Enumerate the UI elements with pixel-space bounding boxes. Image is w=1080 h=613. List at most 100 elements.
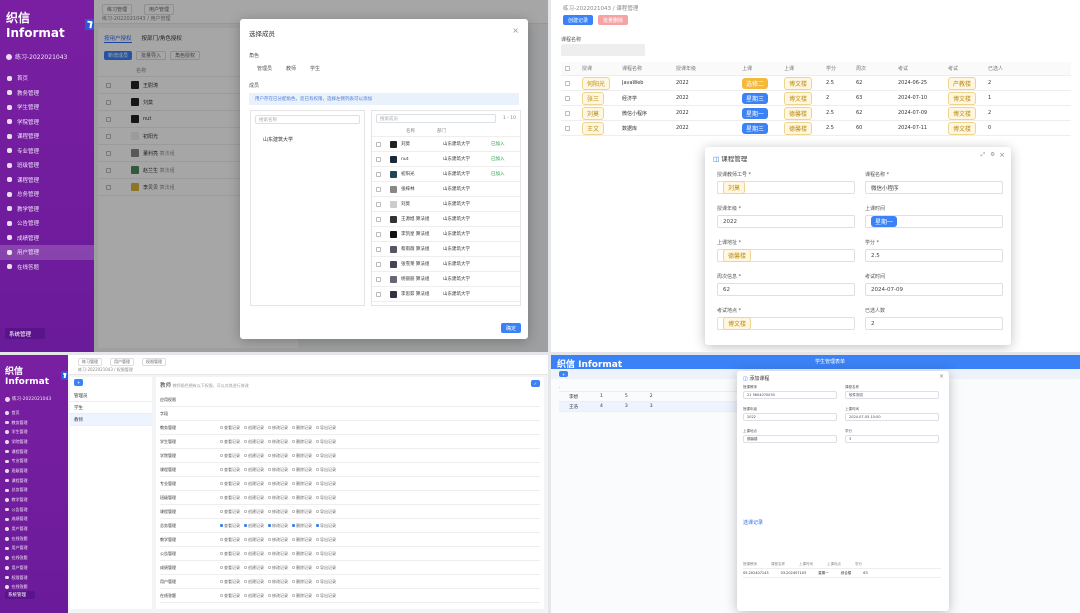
permission-checkbox[interactable]: [292, 510, 295, 513]
permission-checkbox[interactable]: [316, 566, 319, 569]
sidebar-item[interactable]: 首页: [0, 71, 94, 86]
field-input[interactable]: 2: [865, 317, 1003, 330]
dept-search-input[interactable]: 搜索名称: [255, 115, 360, 124]
permission-checkbox[interactable]: [220, 524, 223, 527]
member-row[interactable]: 张梓林 山东建筑大学: [372, 182, 520, 197]
member-checkbox[interactable]: [376, 156, 381, 162]
sidebar-item[interactable]: 在线答题: [0, 260, 94, 275]
permission-toggle[interactable]: 查看记录: [220, 509, 244, 515]
permission-toggle[interactable]: 导出记录: [316, 551, 340, 557]
permission-toggle[interactable]: 查看记录: [220, 467, 244, 473]
permission-checkbox[interactable]: [268, 510, 271, 513]
sidebar-item[interactable]: 教学管理: [0, 495, 68, 505]
permission-toggle[interactable]: 创建记录: [244, 425, 268, 431]
add-role-button[interactable]: +: [74, 379, 84, 386]
field-input[interactable]: 星期一: [865, 215, 1003, 228]
member-row[interactable]: 李思茹 算法组 山东建筑大学: [372, 287, 520, 302]
create-record-button[interactable]: 创建记录: [563, 15, 594, 25]
permission-toggle[interactable]: 导出记录: [316, 565, 340, 571]
permission-checkbox[interactable]: [316, 552, 319, 555]
permission-toggle[interactable]: 修改记录: [268, 481, 292, 487]
permission-toggle[interactable]: 删除记录: [292, 537, 316, 543]
sidebar-item[interactable]: 专业管理: [0, 144, 94, 159]
permission-checkbox[interactable]: [244, 440, 247, 443]
permission-toggle[interactable]: 修改记录: [268, 593, 292, 599]
permission-checkbox[interactable]: [292, 496, 295, 499]
permission-checkbox[interactable]: [268, 496, 271, 499]
sidebar-item[interactable]: 课程管理: [0, 476, 68, 486]
member-row[interactable]: 刘莫 山东建筑大学: [372, 197, 520, 212]
permission-toggle[interactable]: 导出记录: [316, 467, 340, 473]
sidebar-item[interactable]: 成绩管理: [0, 231, 94, 246]
sidebar-item[interactable]: 班级管理: [0, 158, 94, 173]
field-input[interactable]: 62: [717, 283, 855, 296]
member-checkbox[interactable]: [376, 231, 381, 237]
sidebar-item[interactable]: 用户管理: [0, 524, 68, 534]
field-input[interactable]: 软件测试: [845, 391, 939, 399]
permission-toggle[interactable]: 创建记录: [244, 495, 268, 501]
role-item[interactable]: 学生: [70, 402, 152, 414]
field-input[interactable]: 德馨楼: [743, 435, 837, 443]
permission-toggle[interactable]: 修改记录: [268, 453, 292, 459]
permission-toggle[interactable]: 查看记录: [220, 495, 244, 501]
sidebar-item[interactable]: 权限管理: [0, 573, 68, 583]
field-input[interactable]: 2022: [717, 215, 855, 228]
permission-checkbox[interactable]: [292, 482, 295, 485]
member-checkbox[interactable]: [376, 276, 381, 282]
member-row[interactable]: 杨丽丽 算法组 山东建筑大学: [372, 272, 520, 287]
permission-toggle[interactable]: 创建记录: [244, 481, 268, 487]
member-row[interactable]: 李凯星 算法组 山东建筑大学: [372, 227, 520, 242]
tab-permissions[interactable]: 权限管理: [142, 358, 166, 366]
role-item-active[interactable]: 教师: [70, 414, 152, 426]
permission-toggle[interactable]: 查看记录: [220, 453, 244, 459]
permission-checkbox[interactable]: [244, 580, 247, 583]
member-search-input[interactable]: 搜索成员: [376, 114, 496, 123]
member-checkbox[interactable]: [376, 216, 381, 222]
member-row[interactable]: 张雪莱 算法组 山东建筑大学: [372, 257, 520, 272]
scope-option[interactable]: 教师: [286, 65, 296, 72]
sidebar-item[interactable]: 总务管理: [0, 187, 94, 202]
permission-checkbox[interactable]: [292, 566, 295, 569]
permission-checkbox[interactable]: [268, 440, 271, 443]
pagination[interactable]: 1 - 10: [503, 116, 516, 121]
member-row[interactable]: 王源旭 算法组 山东建筑大学: [372, 212, 520, 227]
table-row[interactable]: 王文 数据库 2022 星期三 德馨楼 2.5 60 2024-07-11 博文楼 0: [561, 121, 1071, 136]
permission-checkbox[interactable]: [292, 594, 295, 597]
permission-checkbox[interactable]: [244, 468, 247, 471]
permission-toggle[interactable]: 查看记录: [220, 523, 244, 529]
sidebar-item[interactable]: 公告管理: [0, 216, 94, 231]
permission-checkbox[interactable]: [220, 538, 223, 541]
permission-toggle[interactable]: 查看记录: [220, 425, 244, 431]
permission-toggle[interactable]: 查看记录: [220, 593, 244, 599]
permission-checkbox[interactable]: [292, 524, 295, 527]
permission-toggle[interactable]: 创建记录: [244, 453, 268, 459]
permission-checkbox[interactable]: [244, 426, 247, 429]
permission-toggle[interactable]: 导出记录: [316, 453, 340, 459]
current-user[interactable]: 练习-2022021043: [0, 387, 68, 402]
member-checkbox[interactable]: [376, 291, 381, 297]
field-input[interactable]: 博文楼: [717, 317, 855, 330]
member-checkbox[interactable]: [376, 141, 381, 147]
row-checkbox[interactable]: [565, 80, 570, 86]
expand-icon[interactable]: ⤢: [981, 152, 985, 159]
permission-checkbox[interactable]: [292, 440, 295, 443]
field-input[interactable]: 2022: [743, 413, 837, 421]
sidebar-item[interactable]: 学院管理: [0, 115, 94, 130]
permission-checkbox[interactable]: [316, 524, 319, 527]
member-checkbox[interactable]: [376, 201, 381, 207]
close-icon[interactable]: ×: [999, 151, 1005, 159]
permission-checkbox[interactable]: [220, 594, 223, 597]
permission-checkbox[interactable]: [220, 510, 223, 513]
table-row[interactable]: 刘莫 微信小程序 2022 星期一 德馨楼 2.5 62 2024-07-09 博文楼 2: [561, 106, 1071, 121]
sidebar-item[interactable]: 学院管理: [0, 437, 68, 447]
current-user[interactable]: 练习-2022021043: [0, 40, 94, 61]
permission-toggle[interactable]: 删除记录: [292, 593, 316, 599]
permission-checkbox[interactable]: [220, 482, 223, 485]
permission-toggle[interactable]: 查看记录: [220, 481, 244, 487]
field-input[interactable]: 21 5604070030: [743, 391, 837, 399]
dept-item[interactable]: 山东建筑大学: [251, 128, 364, 143]
table-row[interactable]: 何阳光 JavaWeb 2022 选修二 博文楼 2.5 62 2024-06-25 产教楼 2: [561, 76, 1071, 91]
permission-toggle[interactable]: 导出记录: [316, 579, 340, 585]
permission-checkbox[interactable]: [244, 594, 247, 597]
sidebar-item[interactable]: 教学管理: [0, 202, 94, 217]
